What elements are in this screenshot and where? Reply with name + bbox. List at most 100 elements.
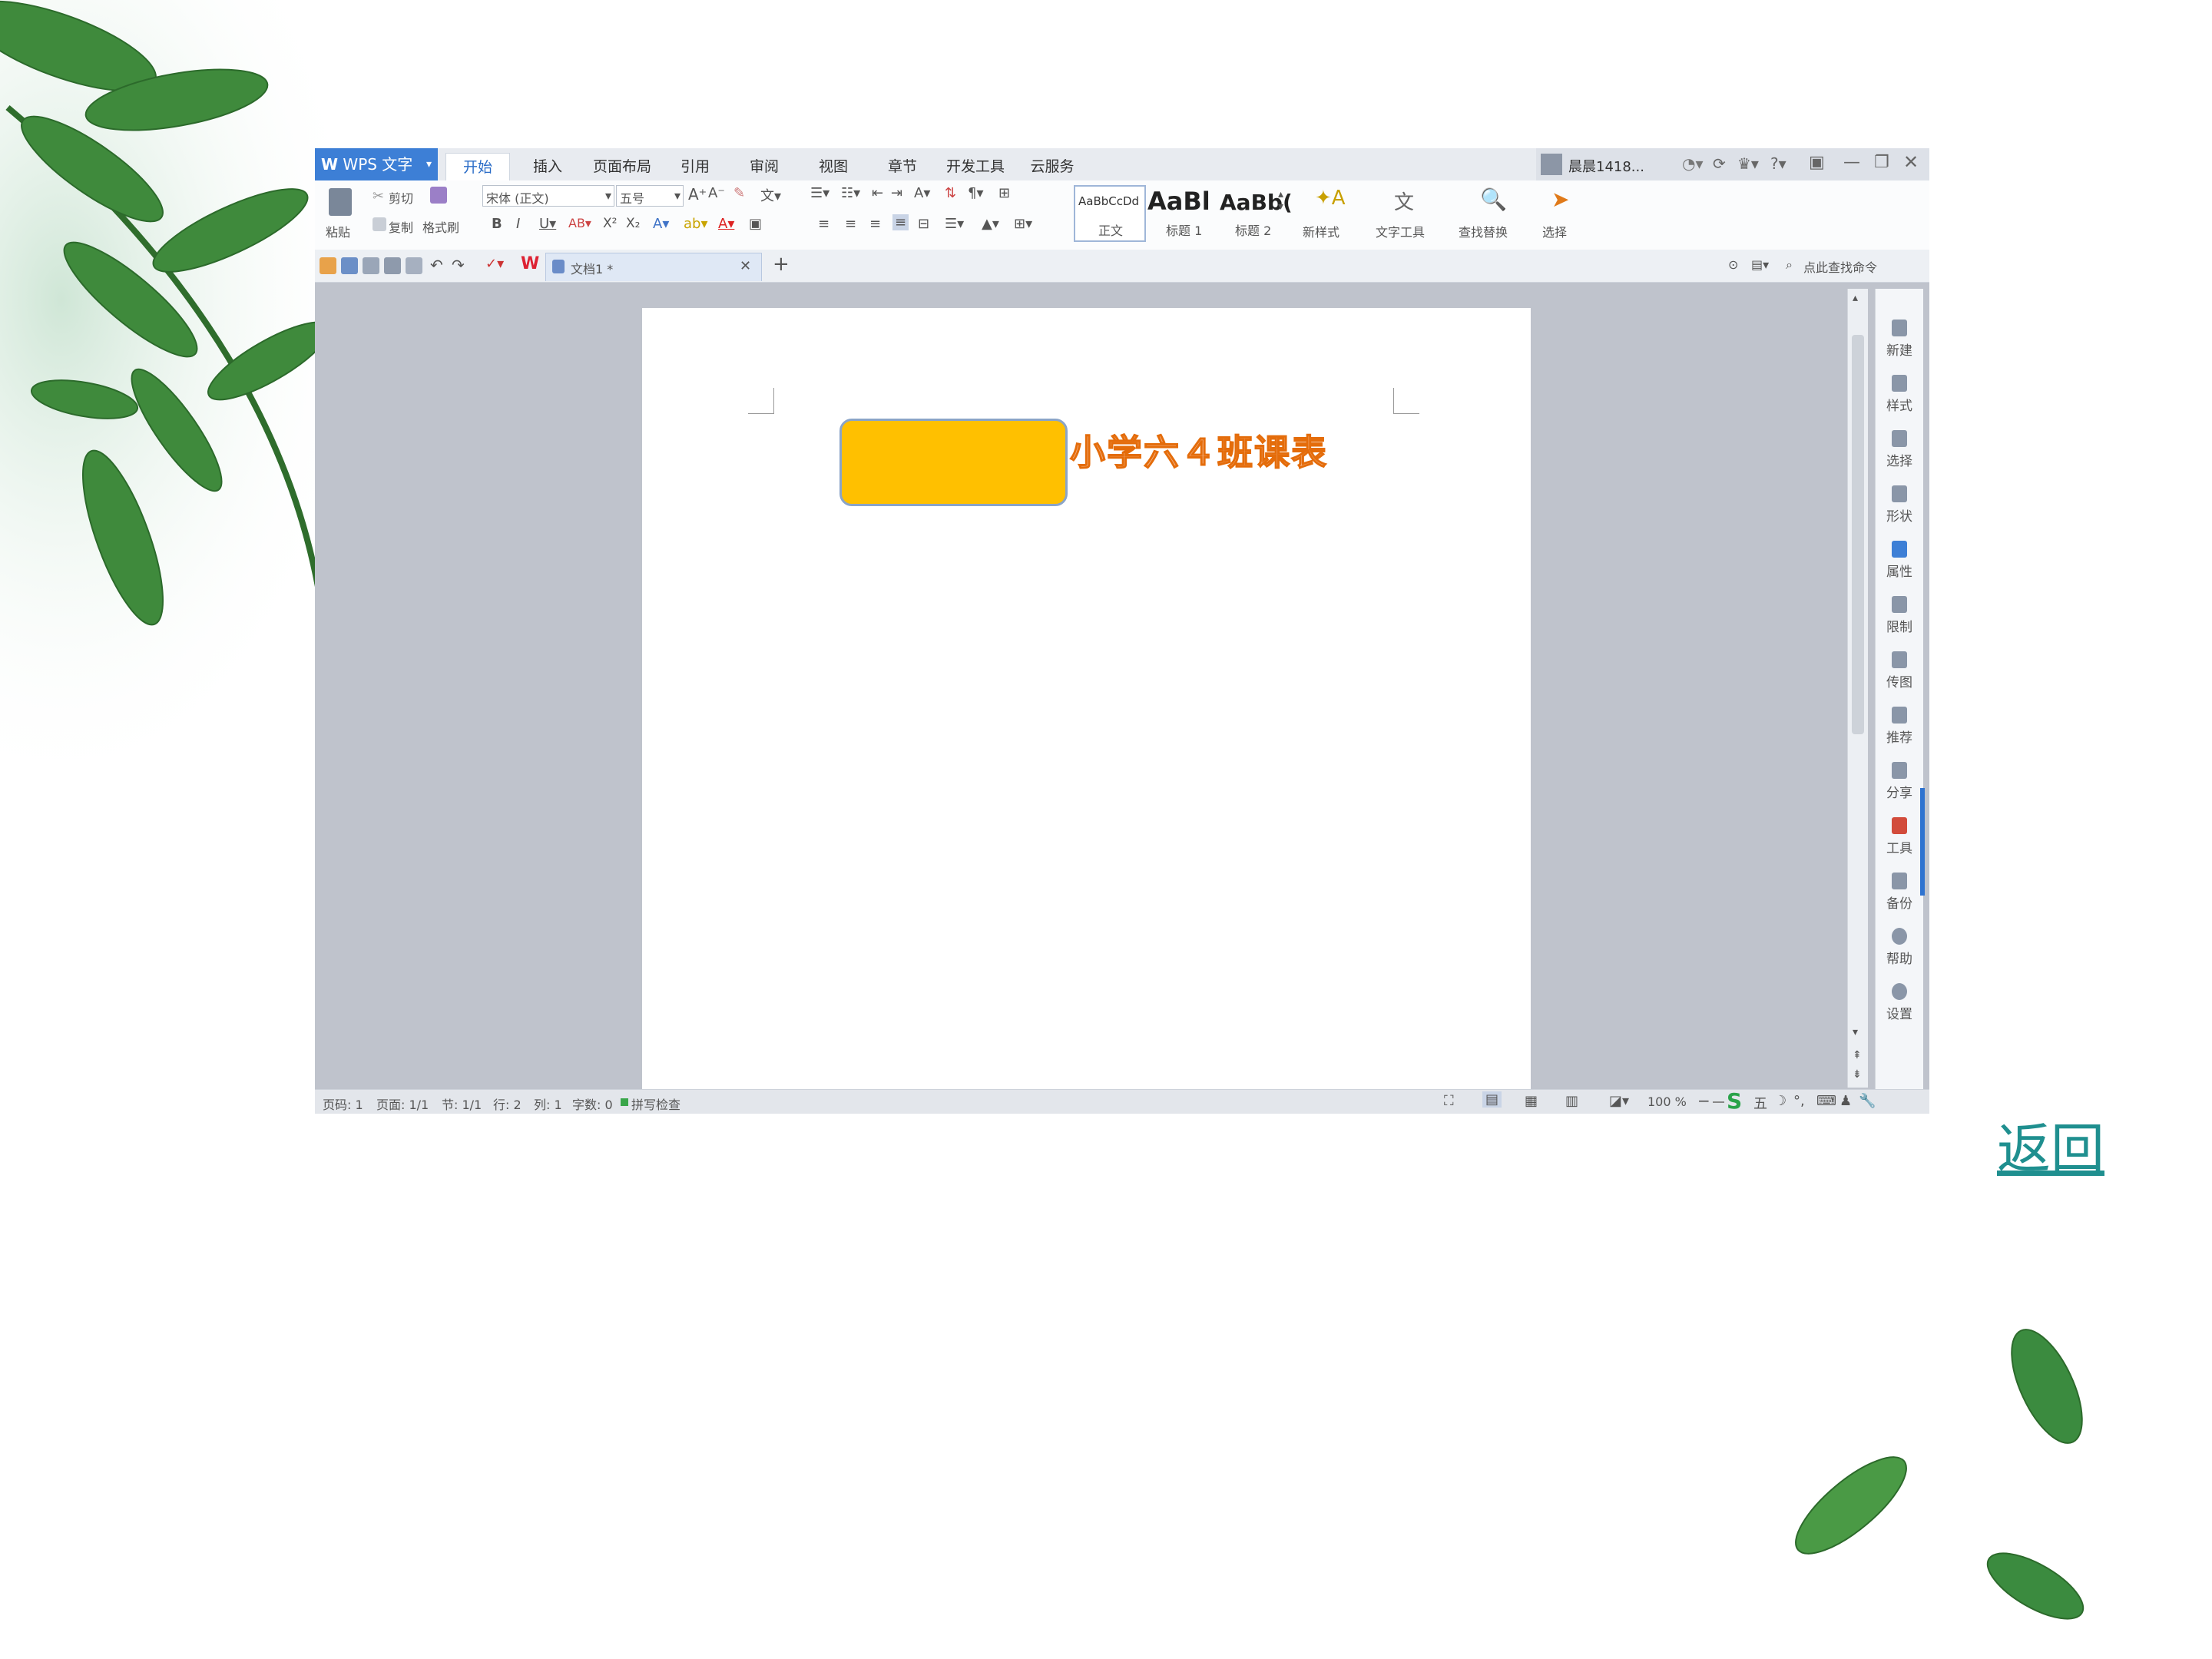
tab-references[interactable]: 引用 (664, 153, 726, 180)
refresh-icon[interactable]: ⟳ (1713, 154, 1726, 173)
panel-settings[interactable]: 设置 (1876, 983, 1923, 1022)
maximize-icon[interactable]: ❐ (1874, 153, 1889, 172)
zoom-level[interactable]: 100 % (1647, 1094, 1687, 1109)
show-marks-icon[interactable]: ¶▾ (968, 185, 984, 201)
align-left-icon[interactable]: ≡ (818, 216, 830, 232)
grow-font-icon[interactable]: A⁺ (688, 185, 707, 204)
prev-page-icon[interactable]: ⇞ (1853, 1049, 1862, 1061)
pane-toggle-handle[interactable] (1920, 788, 1925, 896)
new-style-button[interactable]: ✦A 新样式 (1298, 185, 1359, 243)
tab-page-layout[interactable]: 页面布局 (584, 153, 661, 180)
tab-chapter[interactable]: 章节 (872, 153, 933, 180)
mode-icon[interactable]: ▤▾ (1751, 257, 1769, 272)
panel-upload-image[interactable]: 传图 (1876, 651, 1923, 690)
outdent-icon[interactable]: ⇤ (872, 185, 883, 201)
underline-icon[interactable]: U▾ (539, 216, 556, 232)
new-tab-icon[interactable]: + (773, 253, 790, 276)
cut-label[interactable]: 剪切 (389, 188, 413, 207)
ime-wubi-icon[interactable]: 五 (1753, 1093, 1767, 1113)
vertical-scrollbar[interactable]: ▴ ▾ ⇞ ⇟ (1847, 289, 1868, 1088)
align-right-icon[interactable]: ≡ (869, 216, 881, 232)
style-heading-1[interactable]: AaBl 标题 1 (1146, 185, 1217, 239)
scroll-down-icon[interactable]: ▾ (1853, 1026, 1858, 1038)
document-title-text[interactable]: 小学六４班课表 (1069, 425, 1328, 475)
zoom-slider[interactable] (1713, 1101, 1724, 1103)
wps-menu-button[interactable]: W WPS 文字 ▾ (315, 148, 438, 180)
reading-view-icon[interactable]: ◪▾ (1609, 1093, 1629, 1109)
shading-icon[interactable]: ▲▾ (982, 216, 999, 232)
numbering-icon[interactable]: ☷▾ (841, 185, 860, 201)
text-effect-icon[interactable]: A▾ (653, 216, 669, 232)
tab-home[interactable]: 开始 (445, 153, 510, 181)
save-icon[interactable] (341, 257, 358, 274)
sort-icon[interactable]: ⇅ (945, 185, 956, 201)
strikethrough-icon[interactable]: AB▾ (568, 216, 591, 230)
full-screen-icon[interactable]: ⛶ (1444, 1093, 1454, 1109)
line-spacing-icon[interactable]: ☰▾ (945, 216, 964, 232)
search-command-icon[interactable]: ⌕ (1786, 257, 1793, 273)
minimize-icon[interactable]: — (1843, 153, 1860, 172)
user-name[interactable]: 晨晨1418... (1568, 156, 1644, 176)
spell-check-button[interactable]: 拼写检查 (631, 1094, 680, 1113)
style-normal[interactable]: AaBbCcDd 正文 (1074, 185, 1146, 242)
select-button[interactable]: ➤ 选择 (1536, 185, 1590, 243)
format-painter-icon[interactable] (430, 187, 447, 204)
bold-icon[interactable]: B (492, 216, 502, 232)
copy-icon[interactable] (373, 217, 386, 231)
ime-keyboard-icon[interactable]: ⌨ (1816, 1093, 1836, 1109)
avatar[interactable] (1541, 154, 1562, 175)
wps-home-tab-icon[interactable]: W (521, 254, 539, 273)
rounded-rectangle-shape[interactable] (839, 419, 1068, 506)
superscript-icon[interactable]: X² (603, 216, 617, 231)
document-tab[interactable]: 文档1 * ✕ (545, 253, 762, 281)
format-painter-label[interactable]: 格式刷 (422, 217, 459, 236)
panel-properties[interactable]: 属性 (1876, 541, 1923, 580)
copy-label[interactable]: 复制 (389, 217, 413, 236)
save-as-icon[interactable] (363, 257, 379, 274)
tab-view[interactable]: 视图 (803, 153, 864, 180)
shrink-font-icon[interactable]: A⁻ (708, 185, 725, 201)
phonetic-icon[interactable]: 文▾ (760, 185, 781, 205)
user-menu-icon[interactable]: ◔▾ (1682, 154, 1704, 173)
close-tab-icon[interactable]: ✕ (740, 258, 751, 274)
indent-icon[interactable]: ⇥ (891, 185, 902, 201)
panel-shape[interactable]: 形状 (1876, 485, 1923, 525)
back-link[interactable]: 返回 (1997, 1106, 2104, 1184)
ime-logo-icon[interactable]: S (1727, 1088, 1742, 1114)
next-page-icon[interactable]: ⇟ (1853, 1068, 1862, 1081)
scroll-thumb[interactable] (1852, 335, 1864, 734)
tab-review[interactable]: 审阅 (733, 153, 795, 180)
panel-backup[interactable]: 备份 (1876, 873, 1923, 912)
text-tools-button[interactable]: 文 文字工具 (1371, 185, 1448, 243)
borders-icon[interactable]: ⊞▾ (1014, 216, 1032, 232)
paste-button[interactable]: 粘贴 (323, 185, 358, 243)
sync-icon[interactable]: ⊙ (1728, 257, 1738, 272)
subscript-icon[interactable]: X₂ (626, 216, 640, 231)
outline-view-icon[interactable]: ▦ (1525, 1093, 1538, 1109)
panel-style[interactable]: 样式 (1876, 375, 1923, 414)
search-command-input[interactable]: 点此查找命令 (1803, 257, 1877, 276)
zoom-out-icon[interactable]: − (1697, 1091, 1710, 1110)
ime-punct-icon[interactable]: °, (1793, 1093, 1805, 1109)
skin-icon[interactable]: ♛▾ (1737, 154, 1759, 173)
char-shading-icon[interactable]: ▣ (749, 216, 762, 232)
panel-recommend[interactable]: 推荐 (1876, 707, 1923, 746)
panel-tools[interactable]: 工具 (1876, 817, 1923, 856)
panel-select[interactable]: 选择 (1876, 430, 1923, 469)
ime-moon-icon[interactable]: ☽ (1774, 1093, 1786, 1109)
panel-restrict[interactable]: 限制 (1876, 596, 1923, 635)
italic-icon[interactable]: I (516, 216, 520, 232)
tab-developer[interactable]: 开发工具 (937, 153, 1014, 180)
clear-format-icon[interactable]: ✎ (733, 185, 745, 201)
open-icon[interactable] (320, 257, 336, 274)
distribute-icon[interactable]: ⊟ (918, 216, 929, 232)
redo-icon[interactable]: ↷ (452, 256, 465, 274)
ime-tools-icon[interactable]: 🔧 (1859, 1093, 1876, 1109)
scroll-up-icon[interactable]: ▴ (1853, 292, 1858, 304)
print-icon[interactable] (384, 257, 401, 274)
help-icon[interactable]: ?▾ (1770, 154, 1786, 173)
page-view-icon[interactable]: ▤ (1482, 1091, 1502, 1108)
tab-cloud-service[interactable]: 云服务 (1018, 153, 1087, 180)
highlight-icon[interactable]: ab▾ (684, 216, 708, 232)
web-view-icon[interactable]: ▥ (1565, 1093, 1578, 1109)
